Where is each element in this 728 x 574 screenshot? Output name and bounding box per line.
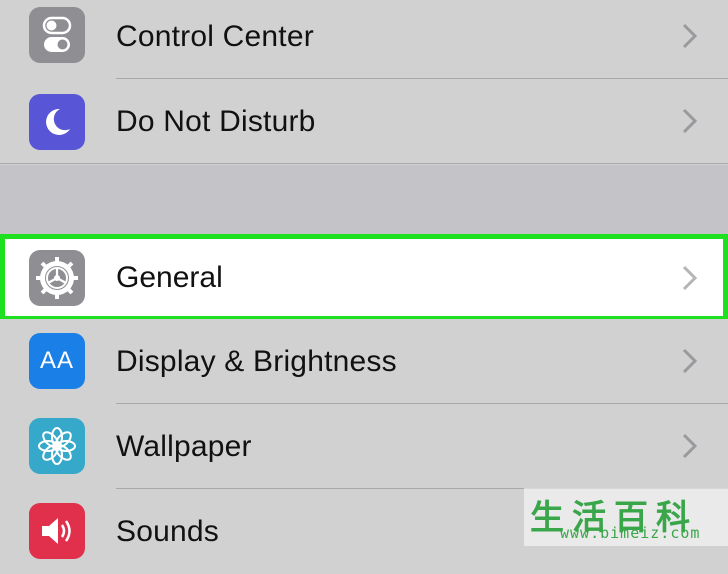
watermark: 生活百科 www.bimeiz.com — [524, 488, 728, 546]
toggle-switches-icon — [29, 7, 85, 63]
settings-row-label: Display & Brightness — [116, 345, 397, 378]
settings-row-control-center[interactable]: Control Center — [0, 0, 728, 79]
text-size-glyph: AA — [39, 347, 74, 374]
moon-icon — [29, 94, 85, 150]
settings-row-wallpaper[interactable]: Wallpaper — [0, 404, 728, 489]
settings-row-do-not-disturb[interactable]: Do Not Disturb — [0, 79, 728, 164]
chevron-right-icon — [682, 265, 698, 291]
row-divider — [0, 163, 728, 164]
settings-row-label: Sounds — [116, 515, 219, 548]
chevron-right-icon — [682, 433, 698, 459]
speaker-icon — [29, 503, 85, 559]
settings-row-label: Wallpaper — [116, 430, 252, 463]
chevron-right-icon — [682, 108, 698, 134]
flower-icon — [29, 418, 85, 474]
section-gap — [0, 165, 728, 235]
settings-row-general[interactable]: General — [0, 234, 728, 321]
gear-icon — [29, 250, 85, 306]
chevron-right-icon — [682, 348, 698, 374]
chevron-right-icon — [682, 23, 698, 49]
settings-row-label: Control Center — [116, 20, 314, 53]
settings-row-label: Do Not Disturb — [116, 105, 316, 138]
settings-row-display-brightness[interactable]: AA Display & Brightness — [0, 319, 728, 404]
settings-row-label: General — [116, 261, 223, 294]
watermark-url: www.bimeiz.com — [560, 524, 701, 542]
text-size-icon: AA — [29, 333, 85, 389]
